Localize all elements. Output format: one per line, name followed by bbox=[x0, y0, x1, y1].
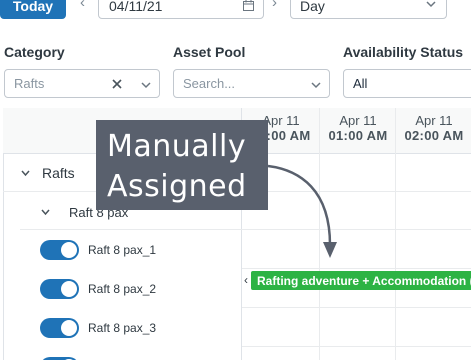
row-divider bbox=[20, 229, 471, 230]
chevron-down-icon[interactable] bbox=[21, 169, 30, 177]
resource-toggle[interactable] bbox=[40, 318, 79, 338]
row-divider bbox=[242, 307, 471, 308]
asset-pool-placeholder: Search... bbox=[183, 76, 236, 91]
hour-header: Apr 11 02:00 AM bbox=[404, 113, 464, 143]
resource-label: Raft 8 pax_3 bbox=[88, 321, 157, 335]
asset-pool-label: Asset Pool bbox=[173, 44, 246, 60]
resource-toggle[interactable] bbox=[40, 279, 79, 299]
previous-day-icon[interactable]: ‹ bbox=[80, 0, 85, 11]
chevron-down-icon bbox=[141, 82, 151, 89]
chevron-down-icon bbox=[426, 1, 436, 8]
today-button[interactable]: Today bbox=[0, 0, 66, 19]
row-divider bbox=[242, 346, 471, 347]
availability-status-select[interactable]: All bbox=[343, 69, 471, 98]
date-input[interactable]: 04/11/21 bbox=[98, 0, 264, 19]
booking-event[interactable]: Rafting adventure + Accommodation (S bbox=[251, 271, 471, 290]
view-select[interactable]: Day bbox=[290, 0, 447, 19]
date-value: 04/11/21 bbox=[109, 0, 163, 14]
group-label-rafts: Rafts bbox=[42, 165, 75, 181]
resource-label: Raft 8 pax_1 bbox=[88, 243, 157, 257]
hour-divider bbox=[319, 108, 320, 360]
availability-status-label: Availability Status bbox=[343, 44, 464, 60]
view-select-value: Day bbox=[300, 0, 325, 14]
hour-header: Apr 11 01:00 AM bbox=[328, 113, 388, 143]
category-label: Category bbox=[4, 44, 65, 60]
availability-status-value: All bbox=[353, 76, 368, 91]
row-divider bbox=[242, 268, 471, 269]
next-day-icon[interactable]: › bbox=[272, 0, 277, 11]
category-value: Rafts bbox=[14, 76, 45, 91]
chevron-down-icon bbox=[311, 82, 321, 89]
resource-toggle[interactable] bbox=[40, 240, 79, 260]
category-select[interactable]: Rafts bbox=[4, 69, 160, 98]
hour-divider bbox=[395, 108, 396, 360]
asset-pool-search[interactable]: Search... bbox=[173, 69, 330, 98]
calendar-icon[interactable] bbox=[243, 0, 254, 11]
clear-icon[interactable] bbox=[112, 79, 122, 89]
booking-resize-handle-icon[interactable]: ‹ bbox=[244, 273, 248, 287]
annotation-callout: Manually Assigned bbox=[96, 120, 268, 210]
chevron-down-icon[interactable] bbox=[41, 208, 50, 216]
resource-label: Raft 8 pax_2 bbox=[88, 282, 157, 296]
booking-label: Rafting adventure + Accommodation (S bbox=[257, 273, 471, 288]
